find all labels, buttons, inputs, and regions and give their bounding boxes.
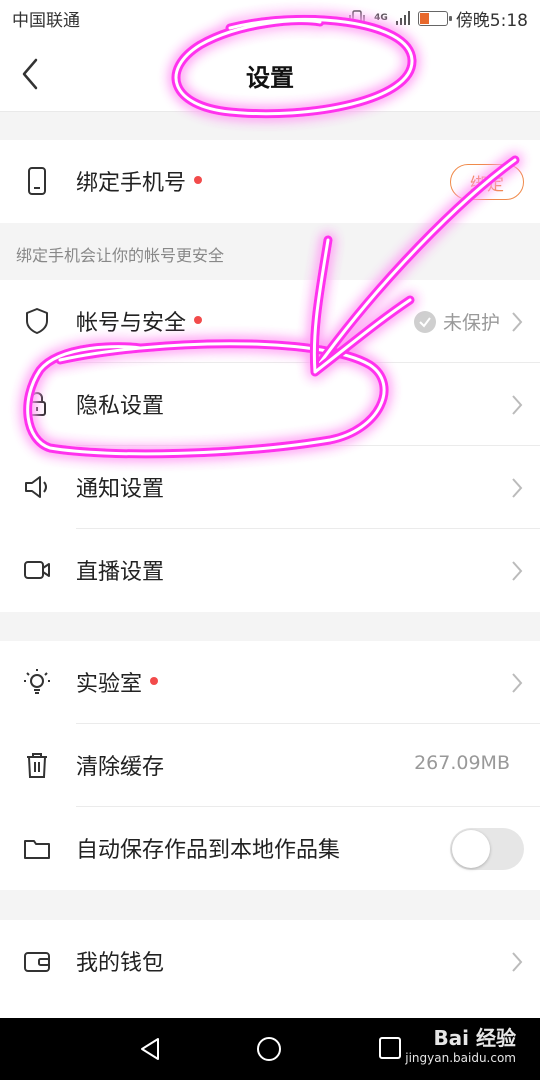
tools-group: 实验室 清除缓存 267.09MB 自动保存作品到本地作品集 <box>0 641 540 890</box>
battery-icon <box>417 10 452 26</box>
status-icons: 4G 傍晚5:18 <box>348 6 528 31</box>
account-settings-group: 帐号与安全 未保护 隐私设置 通知设置 直播设置 <box>0 280 540 612</box>
bind-phone-label: 绑定手机号 <box>76 171 187 196</box>
trash-icon <box>27 753 47 778</box>
recents-nav-icon[interactable] <box>378 1036 402 1060</box>
signal-icon <box>395 11 410 25</box>
bind-hint: 绑定手机会让你的帐号更安全 <box>16 246 225 265</box>
privacy-settings-label: 隐私设置 <box>76 394 165 419</box>
watermark-url: jingyan.baidu.com <box>405 1051 516 1065</box>
live-settings-label: 直播设置 <box>76 560 165 585</box>
lab-label: 实验室 <box>76 672 143 697</box>
speaker-icon <box>25 476 47 498</box>
security-status: 未保护 <box>442 312 500 334</box>
chevron-right-icon <box>512 478 523 498</box>
wallet-row[interactable]: 我的钱包 <box>0 920 540 1003</box>
clear-cache-row[interactable]: 清除缓存 267.09MB <box>0 724 540 807</box>
live-settings-row[interactable]: 直播设置 <box>0 529 540 612</box>
cache-size: 267.09MB <box>414 752 510 774</box>
chevron-right-icon <box>512 395 523 415</box>
shield-icon <box>26 308 48 334</box>
auto-save-row: 自动保存作品到本地作品集 <box>0 807 540 890</box>
new-badge-dot <box>194 316 203 324</box>
back-nav-icon[interactable] <box>138 1036 162 1062</box>
video-camera-icon <box>24 561 50 579</box>
wallet-icon <box>24 952 50 972</box>
folder-icon <box>24 840 50 859</box>
new-badge-dot <box>194 176 203 184</box>
lock-icon <box>28 392 46 416</box>
clock: 傍晚5:18 <box>455 10 528 31</box>
chevron-right-icon <box>512 952 523 972</box>
header-bar: 设置 <box>0 36 540 112</box>
chevron-right-icon <box>512 312 523 332</box>
notification-settings-label: 通知设置 <box>76 477 165 502</box>
bind-phone-row[interactable]: 绑定手机号 绑定 <box>0 140 540 223</box>
carrier-label: 中国联通 <box>12 10 80 31</box>
watermark-brand: Bai 经验 <box>433 1026 516 1050</box>
bind-button[interactable]: 绑定 <box>450 164 524 200</box>
wallet-label: 我的钱包 <box>76 951 165 976</box>
account-security-label: 帐号与安全 <box>76 311 187 336</box>
privacy-settings-row[interactable]: 隐私设置 <box>0 363 540 446</box>
account-security-row[interactable]: 帐号与安全 未保护 <box>0 280 540 363</box>
status-bar: 中国联通 4G 傍晚5:18 <box>0 0 540 36</box>
wallet-group: 我的钱包 <box>0 920 540 1018</box>
lab-row[interactable]: 实验室 <box>0 641 540 724</box>
page-title: 设置 <box>246 64 294 92</box>
new-badge-dot <box>150 677 159 685</box>
watermark: Bai 经验 jingyan.baidu.com <box>405 1022 516 1065</box>
notification-settings-row[interactable]: 通知设置 <box>0 446 540 529</box>
clear-cache-label: 清除缓存 <box>76 755 165 780</box>
phone-icon <box>28 167 46 195</box>
auto-save-label: 自动保存作品到本地作品集 <box>76 838 341 863</box>
auto-save-toggle[interactable] <box>450 828 524 870</box>
check-circle-icon <box>414 311 436 333</box>
home-nav-icon[interactable] <box>256 1036 282 1062</box>
lightbulb-icon <box>24 669 50 694</box>
vibrate-icon <box>349 10 365 26</box>
chevron-right-icon <box>512 673 523 693</box>
chevron-right-icon <box>512 561 523 581</box>
network-label: 4G <box>374 13 388 23</box>
phone-binding-group: 绑定手机号 绑定 <box>0 140 540 223</box>
